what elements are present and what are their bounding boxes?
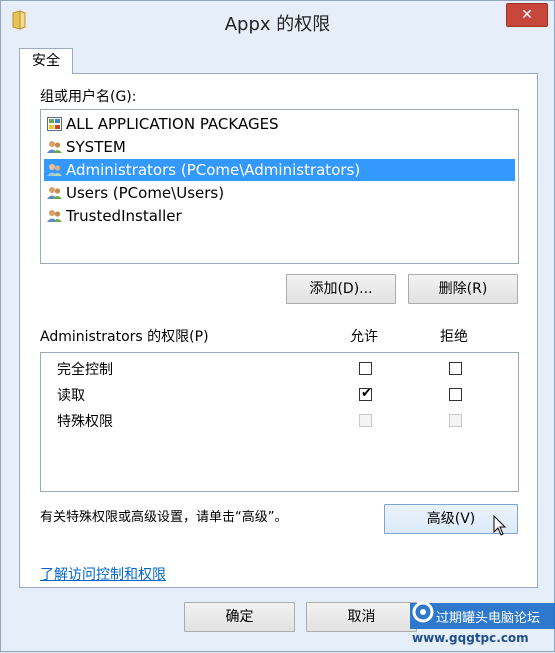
allow-checkbox-full-control[interactable] (359, 362, 372, 375)
groups-list[interactable]: ALL APPLICATION PACKAGES SYSTEM Administ… (40, 109, 519, 264)
mouse-cursor-icon (493, 515, 507, 536)
users-icon (47, 164, 62, 176)
tab-security[interactable]: 安全 (19, 48, 73, 74)
users-icon (47, 141, 62, 153)
add-button[interactable]: 添加(D)... (286, 274, 396, 304)
advanced-hint: 有关特殊权限或高级设置，请单击“高级”。 (40, 510, 288, 525)
learn-permissions-link[interactable]: 了解访问控制和权限 (40, 564, 166, 584)
list-item[interactable]: TrustedInstaller (44, 205, 182, 227)
list-item-label: Administrators (PCome\Administrators) (66, 161, 361, 179)
permission-label: 读取 (57, 388, 85, 404)
deny-checkbox-full-control[interactable] (449, 362, 462, 375)
packages-icon (47, 117, 62, 131)
ok-button[interactable]: 确定 (184, 602, 295, 632)
allow-checkbox-read[interactable]: ✔ (359, 386, 372, 401)
list-item-label: SYSTEM (66, 138, 126, 156)
list-item-label: ALL APPLICATION PACKAGES (66, 115, 279, 133)
permissions-header: Administrators 的权限(P) (40, 329, 209, 345)
cancel-button[interactable]: 取消 (306, 602, 417, 632)
groups-label: 组或用户名(G): (40, 89, 137, 105)
allow-checkbox-special (359, 414, 372, 427)
permission-label: 完全控制 (57, 362, 113, 378)
list-item[interactable]: ALL APPLICATION PACKAGES (44, 113, 279, 135)
close-button[interactable]: ✕ (506, 3, 548, 27)
deny-checkbox-special (449, 414, 462, 427)
permission-label: 特殊权限 (57, 414, 113, 430)
watermark-icon (412, 601, 434, 623)
list-item[interactable]: Users (PCome\Users) (44, 182, 224, 204)
permissions-dialog: Appx 的权限 ✕ 安全 组或用户名(G): ALL APPLICATION … (0, 0, 555, 652)
security-panel: 组或用户名(G): ALL APPLICATION PACKAGES SYSTE… (19, 73, 538, 588)
deny-checkbox-read[interactable] (449, 388, 462, 401)
watermark-url: www.gqgtpc.com (412, 631, 529, 645)
allow-column-header: 允许 (350, 329, 378, 345)
list-item[interactable]: SYSTEM (44, 136, 126, 158)
list-item-label: TrustedInstaller (66, 207, 182, 225)
deny-column-header: 拒绝 (440, 329, 468, 345)
title-bar: Appx 的权限 ✕ (1, 1, 554, 39)
checkmark-icon: ✔ (361, 386, 372, 401)
watermark-text: 过期罐头电脑论坛 (436, 611, 541, 626)
window-title: Appx 的权限 (224, 14, 331, 35)
users-icon (47, 210, 62, 222)
users-icon (47, 187, 62, 199)
remove-button[interactable]: 删除(R) (408, 274, 518, 304)
watermark-logo: 过期罐头电脑论坛 www.gqgtpc.com (410, 595, 555, 653)
permissions-list: 完全控制 读取 ✔ 特殊权限 (40, 352, 519, 492)
list-item-label: Users (PCome\Users) (66, 184, 225, 202)
list-item-selected[interactable]: Administrators (PCome\Administrators) (44, 159, 515, 181)
